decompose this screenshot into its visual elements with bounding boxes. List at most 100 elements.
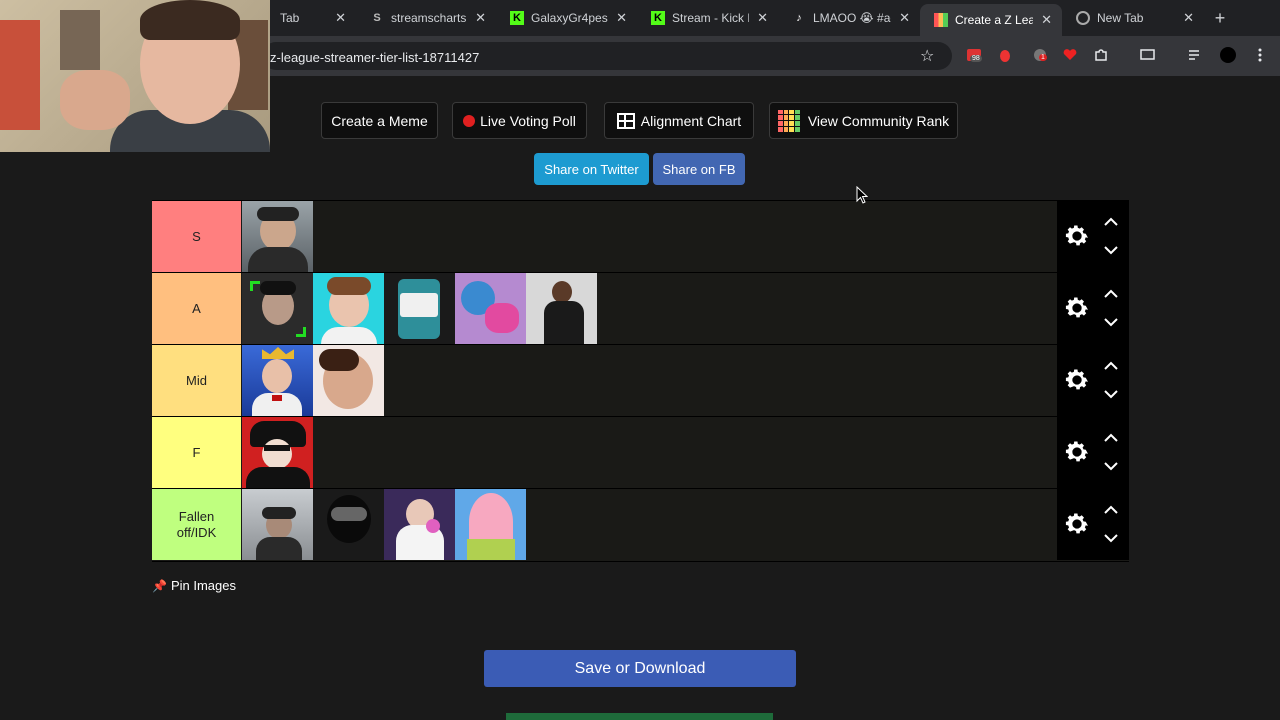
gear-icon[interactable] xyxy=(1063,366,1091,394)
chevron-down-icon[interactable] xyxy=(1103,245,1119,255)
chevron-up-icon[interactable] xyxy=(1103,361,1119,371)
close-icon[interactable]: ✕ xyxy=(1041,12,1052,28)
tier-colors-icon xyxy=(777,109,800,132)
tiktok-icon: ♪ xyxy=(796,12,802,24)
bookmark-star-icon[interactable]: ☆ xyxy=(920,46,934,66)
tier-item-image[interactable] xyxy=(242,273,313,344)
chevron-down-icon[interactable] xyxy=(1103,317,1119,327)
tier-label-text: F xyxy=(192,444,201,460)
share-facebook-button[interactable]: Share on FB xyxy=(653,153,745,185)
chevron-down-icon[interactable] xyxy=(1103,389,1119,399)
tier-item-image[interactable] xyxy=(313,273,384,344)
tier-row: Fallen off/IDK xyxy=(152,489,1129,562)
url-text: z-league-streamer-tier-list-18711427 xyxy=(270,50,480,65)
tier-row: A xyxy=(152,273,1129,345)
tierlist-favicon-icon xyxy=(934,13,948,27)
extension-hand-icon[interactable] xyxy=(997,47,1013,63)
tier-row: F xyxy=(152,417,1129,489)
tier-label[interactable]: Mid xyxy=(152,345,241,416)
ad-banner[interactable] xyxy=(506,713,773,720)
alignment-chart-button[interactable]: Alignment Chart xyxy=(604,102,754,139)
extension-shield-icon[interactable]: 1 xyxy=(1032,47,1048,63)
gear-icon[interactable] xyxy=(1063,510,1091,538)
tier-item-image[interactable] xyxy=(384,489,455,560)
webcam-overlay xyxy=(0,0,270,152)
tab-title: Stream - Kick D xyxy=(672,11,750,25)
tier-item-image[interactable] xyxy=(242,201,313,272)
tier-item-image[interactable] xyxy=(526,273,597,344)
save-or-download-button[interactable]: Save or Download xyxy=(484,650,796,687)
browser-tab-new[interactable]: New Tab ✕ xyxy=(1062,4,1204,32)
tier-controls xyxy=(1057,201,1129,272)
tier-items xyxy=(242,417,313,488)
close-icon[interactable]: ✕ xyxy=(1183,10,1194,26)
tier-list: S A Mid F Fallen off/IDK xyxy=(152,200,1129,562)
view-community-rank-button[interactable]: View Community Rank xyxy=(769,102,958,139)
extension-badge: 1 xyxy=(1039,54,1047,61)
chevron-down-icon[interactable] xyxy=(1103,533,1119,543)
tier-item-image[interactable] xyxy=(384,273,455,344)
tier-label[interactable]: F xyxy=(152,417,241,488)
close-icon[interactable]: ✕ xyxy=(335,10,346,26)
browser-tab-5[interactable]: ♪ LMAOO 😭 #ac ✕ xyxy=(778,4,920,32)
browser-tab-1[interactable]: Tab ✕ xyxy=(266,4,356,32)
live-voting-poll-button[interactable]: Live Voting Poll xyxy=(452,102,587,139)
tier-item-image[interactable] xyxy=(455,489,526,560)
browser-menu-icon[interactable] xyxy=(1252,47,1268,63)
grid-icon xyxy=(616,112,635,129)
gear-icon[interactable] xyxy=(1063,222,1091,250)
tier-item-image[interactable] xyxy=(455,273,526,344)
tier-label[interactable]: A xyxy=(152,273,241,344)
pin-images-label: Pin Images xyxy=(170,578,236,593)
extension-badge: 98 xyxy=(970,55,982,62)
tab-title: LMAOO 😭 #ac xyxy=(813,11,892,25)
reading-list-icon[interactable] xyxy=(1188,47,1204,63)
extensions-puzzle-icon[interactable] xyxy=(1093,47,1109,63)
tier-item-image[interactable] xyxy=(242,345,313,416)
pin-images-toggle[interactable]: 📌 Pin Images xyxy=(152,578,236,593)
streamscharts-icon: S xyxy=(373,12,381,24)
tier-row: S xyxy=(152,201,1129,273)
tier-row: Mid xyxy=(152,345,1129,417)
extension-calendar-icon[interactable]: 98 xyxy=(966,47,982,63)
create-meme-label: Create a Meme xyxy=(331,112,428,129)
chevron-up-icon[interactable] xyxy=(1103,289,1119,299)
tier-controls xyxy=(1057,273,1129,344)
gear-icon[interactable] xyxy=(1063,294,1091,322)
chrome-icon xyxy=(1076,11,1090,25)
kick-icon: K xyxy=(651,11,665,25)
view-community-rank-label: View Community Rank xyxy=(807,112,950,129)
chevron-up-icon[interactable] xyxy=(1103,505,1119,515)
close-icon[interactable]: ✕ xyxy=(616,10,627,26)
close-icon[interactable]: ✕ xyxy=(475,10,486,26)
tier-item-image[interactable] xyxy=(313,489,384,560)
tier-label[interactable]: S xyxy=(152,201,241,272)
tier-label[interactable]: Fallen off/IDK xyxy=(152,489,241,560)
browser-tab-4[interactable]: K Stream - Kick D ✕ xyxy=(637,4,778,32)
tab-title: New Tab xyxy=(1097,11,1144,25)
share-twitter-button[interactable]: Share on Twitter xyxy=(534,153,649,185)
close-icon[interactable]: ✕ xyxy=(899,10,910,26)
extension-heart-icon[interactable] xyxy=(1062,47,1078,63)
tab-title: Create a Z Leag xyxy=(955,13,1034,27)
create-meme-button[interactable]: Create a Meme xyxy=(321,102,438,139)
chevron-up-icon[interactable] xyxy=(1103,217,1119,227)
chevron-up-icon[interactable] xyxy=(1103,433,1119,443)
share-facebook-label: Share on FB xyxy=(662,161,736,177)
media-controls-icon[interactable] xyxy=(1140,47,1156,63)
browser-tab-3[interactable]: K GalaxyGr4pes ✕ xyxy=(496,4,637,32)
tab-title: streamscharts xyxy=(391,11,467,25)
tier-item-image[interactable] xyxy=(313,345,384,416)
tier-item-image[interactable] xyxy=(242,489,313,560)
close-icon[interactable]: ✕ xyxy=(757,10,768,26)
profile-avatar-icon[interactable] xyxy=(1220,47,1236,63)
new-tab-plus-icon[interactable]: + xyxy=(1210,6,1230,30)
tier-item-image[interactable] xyxy=(242,417,313,488)
chevron-down-icon[interactable] xyxy=(1103,461,1119,471)
tier-label-text: S xyxy=(192,228,201,244)
tier-controls xyxy=(1057,489,1129,560)
gear-icon[interactable] xyxy=(1063,438,1091,466)
browser-tab-active[interactable]: Create a Z Leag ✕ xyxy=(920,4,1062,36)
browser-tab-2[interactable]: S streamscharts ✕ xyxy=(356,4,496,32)
tier-label-text: Mid xyxy=(186,372,207,388)
